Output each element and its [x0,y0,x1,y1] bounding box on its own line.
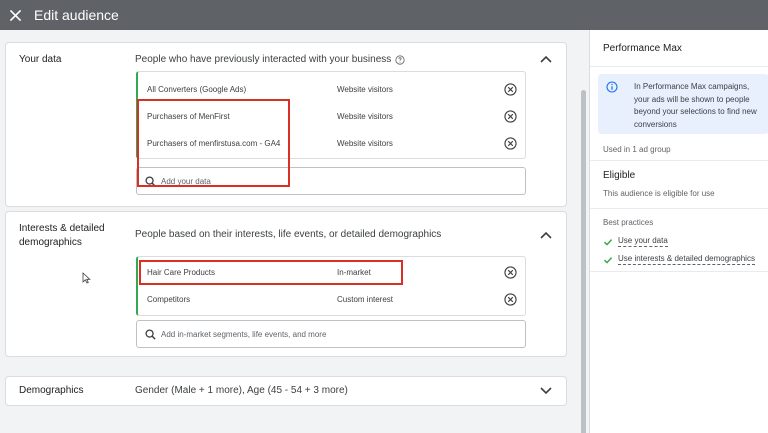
demographics-card[interactable]: Demographics Gender (Male + 1 more), Age… [5,376,567,406]
close-icon [9,9,21,21]
interests-search-input[interactable] [161,329,511,339]
list-item: All Converters (Google Ads) Website visi… [138,76,525,103]
chevron-up-icon [540,231,552,239]
interests-card: Interests & detailed demographics People… [5,211,567,357]
main-scrollbar[interactable] [580,30,588,433]
demographics-label: Demographics [19,385,84,396]
audience-name: Purchasers of MenFirst [147,112,230,121]
search-icon [145,328,156,340]
divider [590,66,768,67]
best-practice-label[interactable]: Use your data [618,236,668,247]
demographics-summary: Gender (Male + 1 more), Age (45 - 54 + 3… [135,385,348,396]
audience-name: All Converters (Google Ads) [147,85,247,94]
remove-circle-icon[interactable] [504,266,517,279]
help-icon[interactable] [395,54,405,65]
best-practice-item[interactable]: Use interests & detailed demographics [603,254,755,265]
scrollbar-thumb[interactable] [581,90,586,433]
your-data-card: Your data People who have previously int… [5,42,567,207]
checkmark-icon [603,256,613,264]
search-icon [145,175,156,187]
your-data-label: Your data [19,54,62,65]
list-item: Purchasers of MenFirst Website visitors [138,103,525,130]
chevron-up-icon [540,55,552,63]
main-content: Your data People who have previously int… [0,30,578,433]
audience-type: In-market [337,268,371,277]
audience-type: Website visitors [337,139,393,148]
divider [590,160,768,161]
used-in-text: Used in 1 ad group [603,145,671,154]
your-data-description: People who have previously interacted wi… [135,54,405,65]
collapse-your-data-button[interactable] [538,51,554,67]
list-item: Hair Care Products In-market [138,259,525,286]
remove-circle-icon[interactable] [504,137,517,150]
best-practices-title: Best practices [603,218,654,227]
audience-name: Competitors [147,295,191,304]
remove-circle-icon[interactable] [504,83,517,96]
interests-label-line1: Interests & detailed [19,223,105,234]
mouse-cursor-icon [82,272,91,284]
eligibility-status-title: Eligible [603,170,636,181]
your-data-search-input[interactable] [161,176,511,186]
divider [590,208,768,209]
info-icon [606,81,618,93]
interests-label-line2: demographics [19,237,82,248]
side-panel-title: Performance Max [603,43,682,54]
your-data-list: All Converters (Google Ads) Website visi… [136,71,526,159]
expand-demographics-button[interactable] [538,383,554,399]
interests-description: People based on their interests, life ev… [135,229,442,240]
chevron-down-icon [540,387,552,395]
interests-search[interactable] [136,320,526,348]
audience-type: Website visitors [337,85,393,94]
checkmark-icon [603,238,613,246]
list-item: Competitors Custom interest [138,286,525,313]
info-box: In Performance Max campaigns, your ads w… [598,74,768,134]
collapse-interests-button[interactable] [538,227,554,243]
eligibility-status-text: This audience is eligible for use [603,189,715,198]
audience-type: Custom interest [337,295,394,304]
info-text: In Performance Max campaigns, your ads w… [634,82,757,129]
interests-label: Interests & detailed demographics [19,222,105,250]
top-bar: Edit audience [0,0,768,30]
list-item: Purchasers of menfirstusa.com - GA4 Webs… [138,130,525,157]
close-button[interactable] [0,0,30,30]
remove-circle-icon[interactable] [504,293,517,306]
divider [590,271,768,272]
side-panel: Performance Max In Performance Max campa… [589,30,768,433]
audience-type: Website visitors [337,112,393,121]
page-title: Edit audience [34,7,119,23]
audience-name: Hair Care Products [147,268,216,277]
best-practice-label[interactable]: Use interests & detailed demographics [618,254,755,265]
interests-list: Hair Care Products In-market Competitors… [136,256,526,316]
audience-name: Purchasers of menfirstusa.com - GA4 [147,139,281,148]
your-data-search[interactable] [136,167,526,195]
your-data-description-text: People who have previously interacted wi… [135,54,392,65]
best-practice-item[interactable]: Use your data [603,236,668,247]
remove-circle-icon[interactable] [504,110,517,123]
